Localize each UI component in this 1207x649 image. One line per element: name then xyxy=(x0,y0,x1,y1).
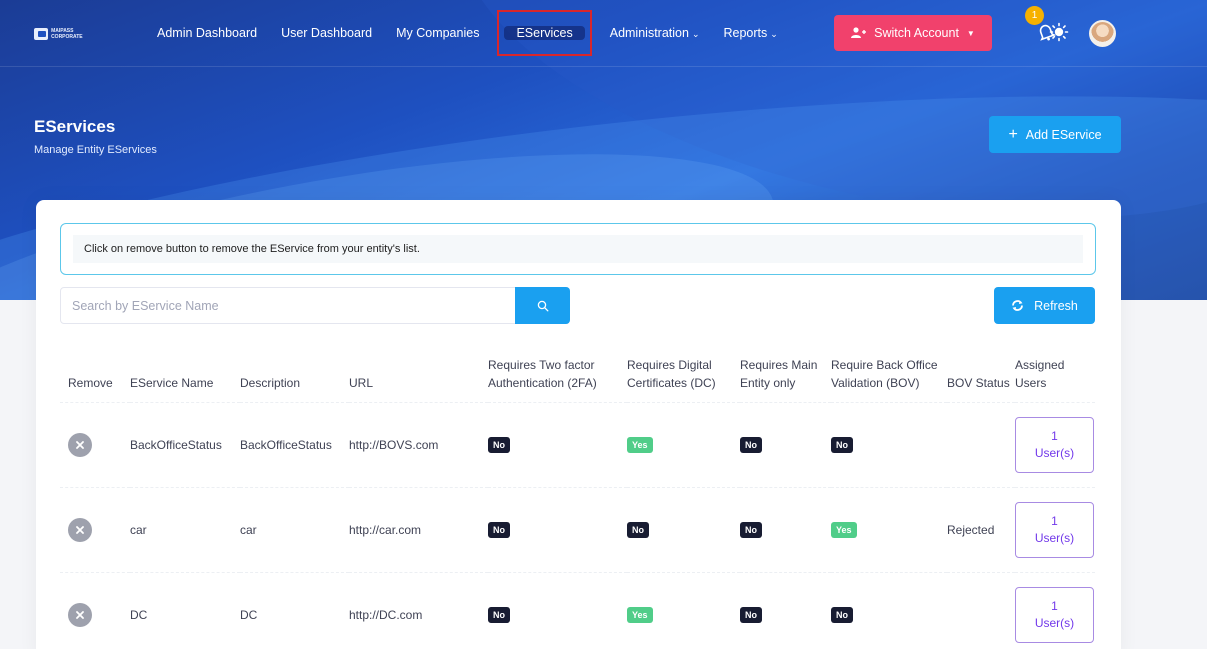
table-row: car car http://car.com No No No Yes Reje… xyxy=(60,486,1095,572)
sun-icon[interactable] xyxy=(1049,22,1069,42)
nav-reports-label: Reports xyxy=(723,26,768,40)
close-icon xyxy=(76,440,84,449)
eservice-name: BackOfficeStatus xyxy=(130,401,240,487)
plus-icon: + xyxy=(1008,125,1018,143)
logo-text: MAIPASS CORPORATE xyxy=(51,28,83,40)
main-nav: Admin Dashboard User Dashboard My Compan… xyxy=(145,10,790,56)
eservice-name: car xyxy=(130,486,240,572)
page-title: EServices xyxy=(34,117,116,136)
chevron-down-icon: ⌄ xyxy=(770,29,778,39)
col-description: Description xyxy=(240,375,301,390)
assigned-users-button[interactable]: 1 User(s) xyxy=(1015,416,1094,473)
users-count: 1 xyxy=(1051,513,1058,528)
eservice-description: BackOfficeStatus xyxy=(240,401,349,487)
add-eservice-button[interactable]: + Add EService xyxy=(989,116,1121,153)
eservices-table: Remove EService Name Description URL Req… xyxy=(60,340,1095,649)
table-row: DC DC http://DC.com No Yes No No 1 User(s… xyxy=(60,571,1095,649)
col-eservice-name: EService Name xyxy=(130,375,214,390)
search-button[interactable] xyxy=(515,287,570,324)
page-subtitle: Manage Entity EServices xyxy=(34,144,157,156)
users-label: User(s) xyxy=(1034,530,1075,545)
top-navbar: MAIPASS CORPORATE Admin Dashboard User D… xyxy=(0,0,1207,66)
chevron-down-icon: ⌄ xyxy=(691,29,700,39)
logo-mark-icon xyxy=(34,28,49,40)
add-user-icon xyxy=(851,27,867,38)
bov-status xyxy=(947,401,1015,487)
eservices-card: Click on remove button to remove the ESe… xyxy=(36,200,1121,649)
users-label: User(s) xyxy=(1034,445,1075,460)
close-icon xyxy=(76,610,84,619)
nav-administration[interactable]: Administration ⌄ xyxy=(598,16,712,50)
caret-down-icon: ▼ xyxy=(966,28,975,38)
user-avatar[interactable] xyxy=(1089,20,1116,47)
col-url: URL xyxy=(349,375,374,390)
table-row: BackOfficeStatus BackOfficeStatus http:/… xyxy=(60,401,1095,487)
eservice-url: http://DC.com xyxy=(349,571,488,649)
eservice-url: http://BOVS.com xyxy=(349,401,488,487)
requires-2fa-badge: No xyxy=(488,606,510,623)
users-count: 1 xyxy=(1051,428,1058,443)
assigned-users-button[interactable]: 1 User(s) xyxy=(1015,586,1094,643)
eservice-description: DC xyxy=(240,571,349,649)
table-header-row: Remove EService Name Description URL Req… xyxy=(60,340,1095,402)
requires-bov-badge: No xyxy=(831,436,853,453)
notification-badge: 1 xyxy=(1025,6,1044,25)
refresh-label: Refresh xyxy=(1034,298,1078,313)
assigned-users-button[interactable]: 1 User(s) xyxy=(1015,501,1094,558)
close-icon xyxy=(76,525,84,534)
bov-status xyxy=(947,571,1015,649)
eservice-url: http://car.com xyxy=(349,486,488,572)
requires-dc-badge: Yes xyxy=(627,606,653,623)
remove-button[interactable] xyxy=(68,517,92,542)
info-alert: Click on remove button to remove the ESe… xyxy=(60,223,1096,275)
logo[interactable]: MAIPASS CORPORATE xyxy=(34,26,90,42)
info-alert-text: Click on remove button to remove the ESe… xyxy=(73,235,1083,263)
search-input[interactable] xyxy=(61,288,515,323)
bov-status: Rejected xyxy=(947,486,1015,572)
requires-dc-badge: Yes xyxy=(627,436,653,453)
col-bov: Require Back Office Validation (BOV) xyxy=(831,357,938,390)
add-eservice-label: Add EService xyxy=(1025,127,1102,142)
requires-bov-badge: No xyxy=(831,606,853,623)
col-remove: Remove xyxy=(68,375,113,390)
col-2fa: Requires Two factor Authentication (2FA) xyxy=(488,357,597,390)
col-bov-status: BOV Status xyxy=(947,375,1010,390)
requires-2fa-badge: No xyxy=(488,436,510,453)
col-main-entity: Requires Main Entity only xyxy=(740,357,818,390)
nav-eservices-highlight: EServices xyxy=(497,10,592,56)
users-label: User(s) xyxy=(1034,615,1075,630)
nav-my-companies[interactable]: My Companies xyxy=(384,16,491,50)
nav-user-dashboard[interactable]: User Dashboard xyxy=(269,16,384,50)
nav-administration-label: Administration xyxy=(609,26,689,40)
header-divider xyxy=(0,66,1207,67)
col-dc: Requires Digital Certificates (DC) xyxy=(627,357,716,390)
requires-main-entity-badge: No xyxy=(740,436,762,453)
users-count: 1 xyxy=(1051,598,1058,613)
eservice-description: car xyxy=(240,486,349,572)
refresh-button[interactable]: Refresh xyxy=(994,287,1095,324)
requires-main-entity-badge: No xyxy=(740,521,762,538)
search-icon xyxy=(537,300,548,311)
search-group xyxy=(60,287,570,324)
nav-reports[interactable]: Reports ⌄ xyxy=(711,16,789,50)
remove-button[interactable] xyxy=(68,602,92,627)
requires-dc-badge: No xyxy=(627,521,649,538)
requires-bov-badge: Yes xyxy=(831,521,857,538)
nav-eservices[interactable]: EServices xyxy=(504,26,585,40)
col-assigned-users: Assigned Users xyxy=(1015,357,1065,390)
nav-admin-dashboard[interactable]: Admin Dashboard xyxy=(145,16,269,50)
switch-account-label: Switch Account xyxy=(874,26,959,40)
switch-account-button[interactable]: Switch Account ▼ xyxy=(834,15,992,51)
requires-main-entity-badge: No xyxy=(740,606,762,623)
remove-button[interactable] xyxy=(68,432,92,457)
requires-2fa-badge: No xyxy=(488,521,510,538)
eservice-name: DC xyxy=(130,571,240,649)
refresh-icon xyxy=(1012,300,1024,311)
